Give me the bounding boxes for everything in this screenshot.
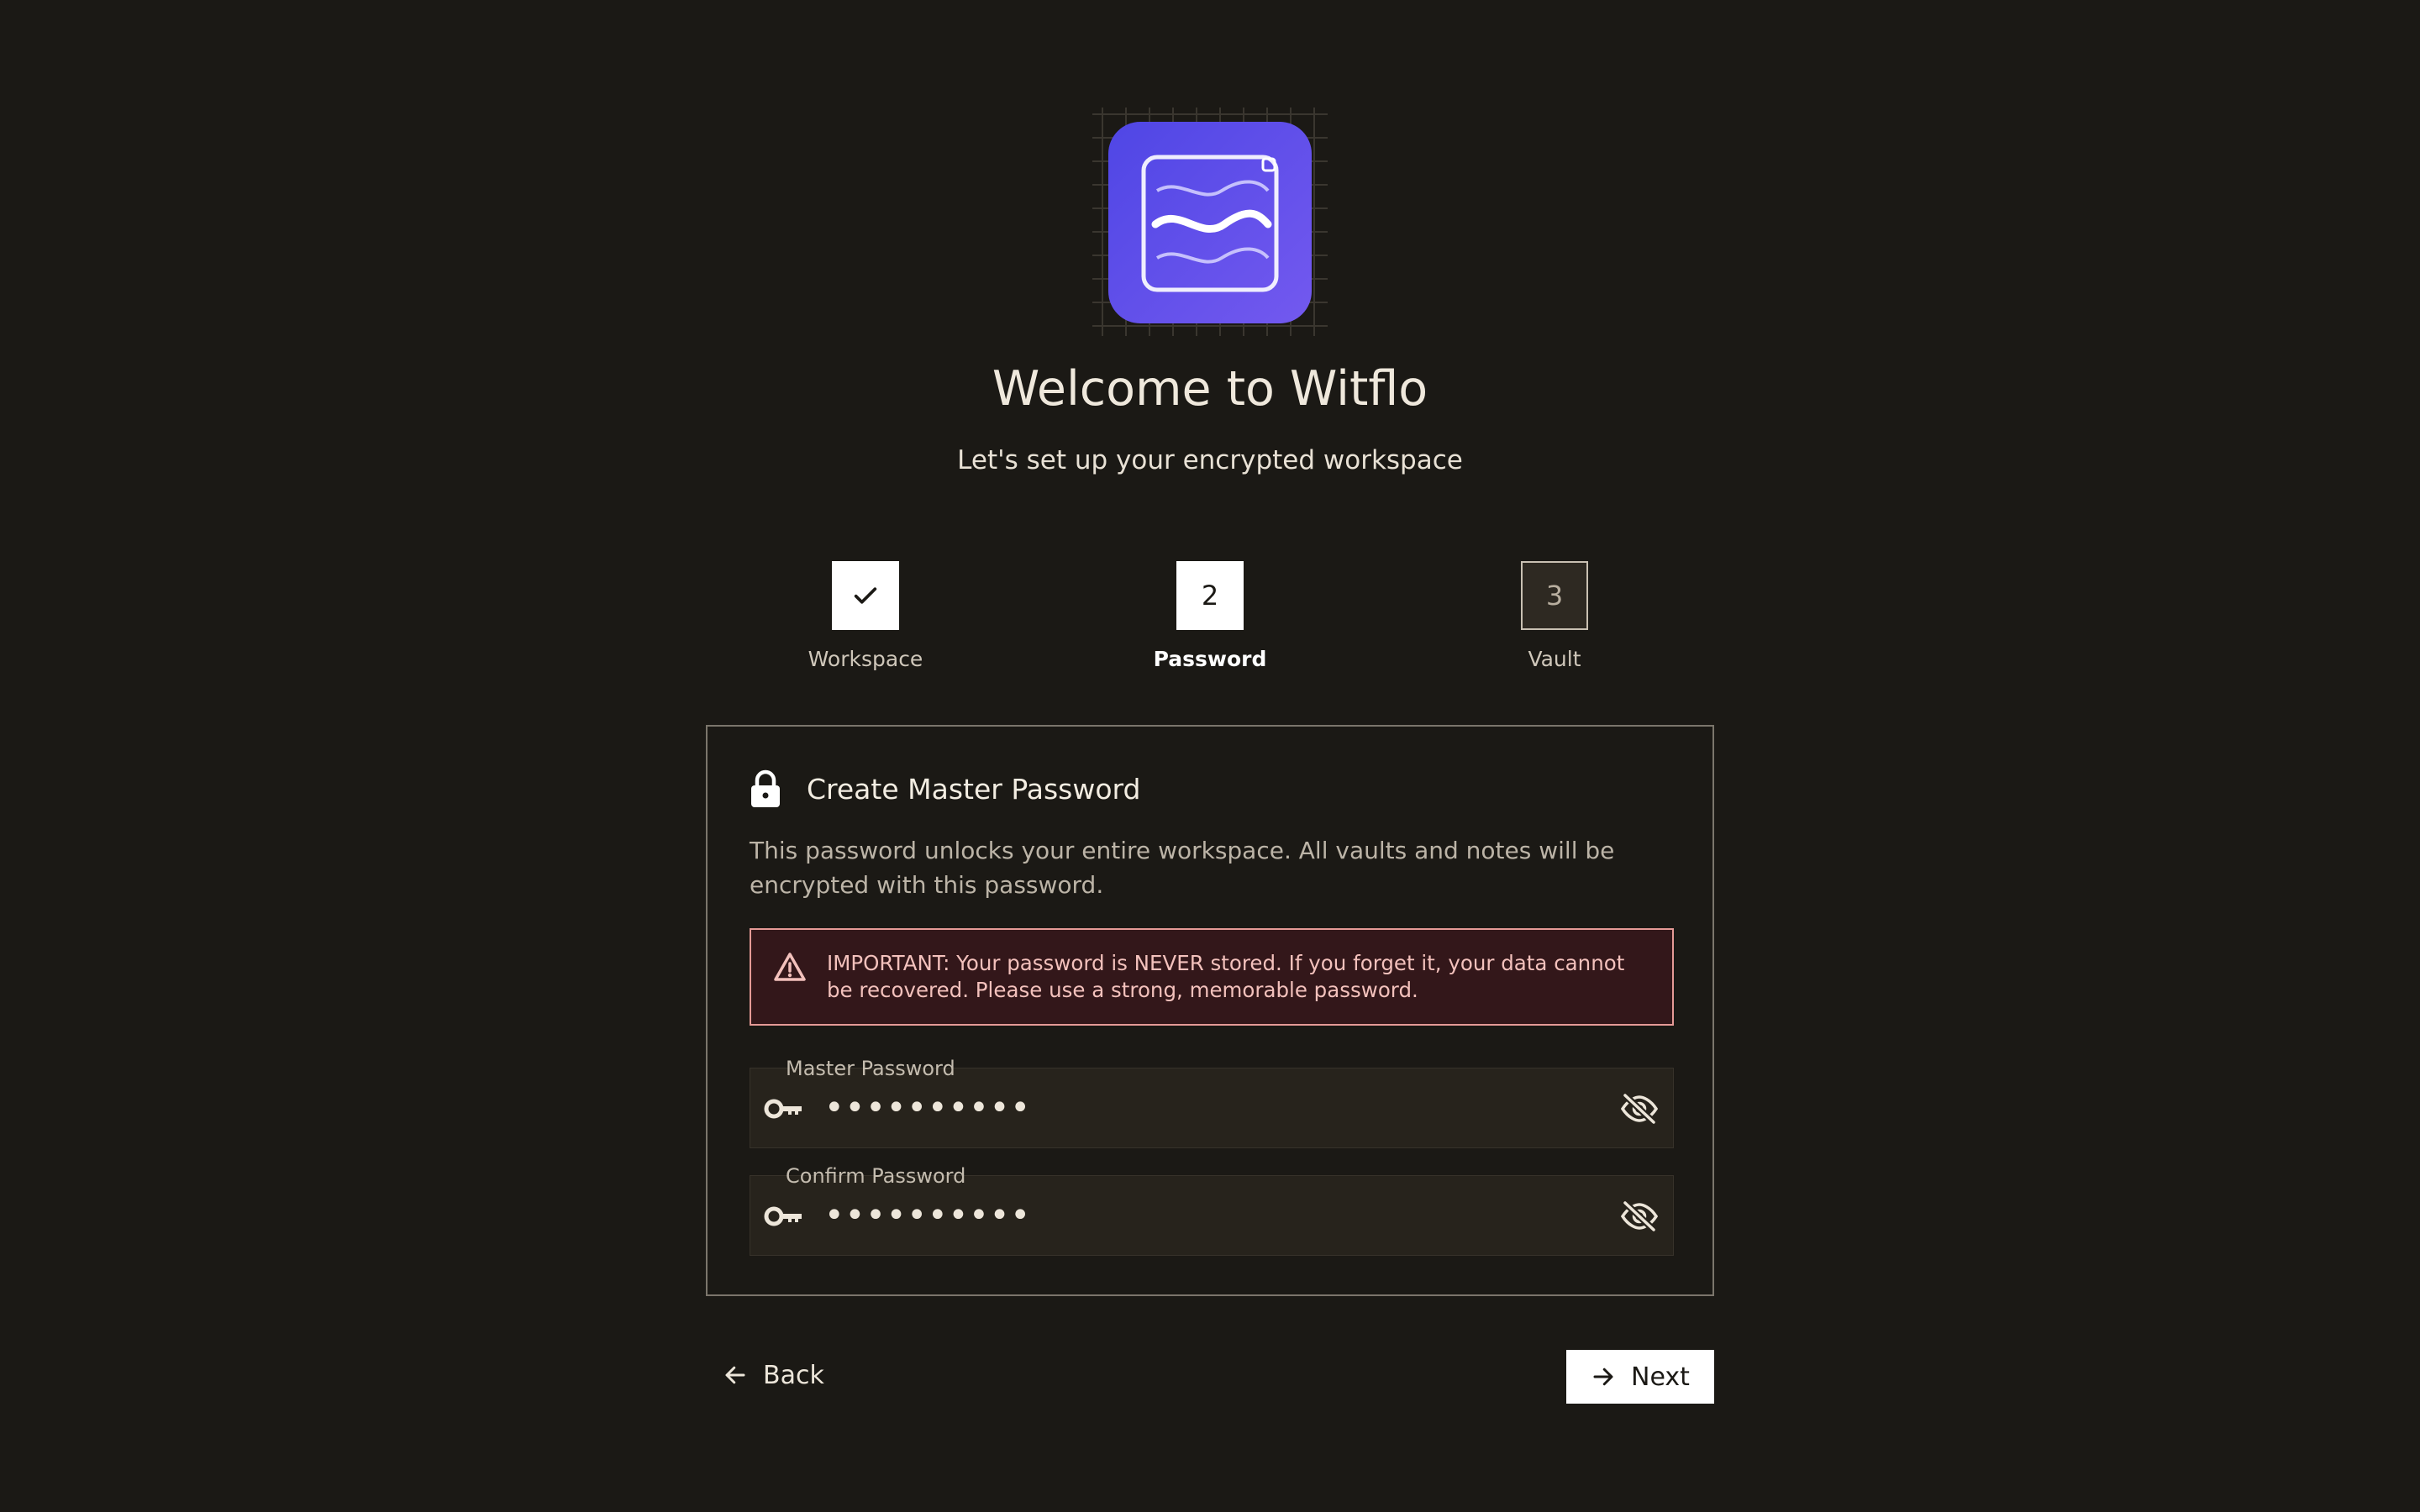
master-password-input[interactable]: •••••••••• bbox=[824, 1087, 1031, 1129]
warning-triangle-icon bbox=[774, 953, 806, 981]
witflo-logo-icon bbox=[1108, 122, 1312, 323]
page-title: Welcome to Witflo bbox=[992, 361, 1428, 417]
next-button[interactable]: Next bbox=[1566, 1350, 1714, 1404]
step-number-indicator: 3 bbox=[1521, 561, 1588, 630]
eye-off-icon bbox=[1620, 1200, 1659, 1232]
app-logo bbox=[1092, 108, 1328, 336]
page-subtitle: Let's set up your encrypted workspace bbox=[957, 445, 1463, 475]
card-description: This password unlocks your entire worksp… bbox=[750, 837, 1615, 899]
confirm-password-field[interactable]: Confirm Password •••••••••• bbox=[750, 1164, 1674, 1256]
back-button[interactable]: Back bbox=[713, 1348, 834, 1402]
step-vault: 3 Vault bbox=[1428, 561, 1681, 671]
checkmark-icon bbox=[854, 587, 877, 604]
onboarding-page: Welcome to Witflo Let's set up your encr… bbox=[0, 0, 2420, 1512]
step-workspace: Workspace bbox=[739, 561, 992, 671]
card-title: Create Master Password bbox=[807, 772, 1141, 806]
master-password-field[interactable]: Master Password •••••••••• bbox=[750, 1057, 1674, 1148]
master-password-card: Create Master Password This password unl… bbox=[706, 725, 1714, 1296]
arrow-right-icon bbox=[1593, 1368, 1613, 1386]
card-header: Create Master Password bbox=[750, 769, 1140, 809]
step-label-password: Password bbox=[1153, 647, 1267, 671]
back-button-label: Back bbox=[763, 1360, 824, 1390]
lock-icon bbox=[751, 769, 780, 807]
step-completed-indicator bbox=[832, 561, 899, 630]
confirm-password-input[interactable]: •••••••••• bbox=[824, 1194, 1031, 1236]
step-label-workspace: Workspace bbox=[808, 647, 923, 671]
key-icon bbox=[764, 1099, 802, 1119]
key-icon bbox=[764, 1206, 802, 1226]
step-password: 2 Password bbox=[1084, 561, 1336, 671]
toggle-visibility-button[interactable] bbox=[1618, 1196, 1661, 1236]
master-password-label: Master Password bbox=[786, 1057, 955, 1080]
toggle-visibility-button[interactable] bbox=[1618, 1089, 1661, 1129]
warning-banner: IMPORTANT: Your password is NEVER stored… bbox=[750, 928, 1674, 1026]
eye-off-icon bbox=[1620, 1093, 1659, 1125]
confirm-password-label: Confirm Password bbox=[786, 1164, 966, 1188]
warning-text: IMPORTANT: Your password is NEVER stored… bbox=[827, 951, 1625, 1002]
step-label-vault: Vault bbox=[1528, 647, 1581, 671]
next-button-label: Next bbox=[1631, 1362, 1690, 1392]
arrow-left-icon bbox=[725, 1366, 745, 1384]
step-number-indicator: 2 bbox=[1176, 561, 1244, 630]
